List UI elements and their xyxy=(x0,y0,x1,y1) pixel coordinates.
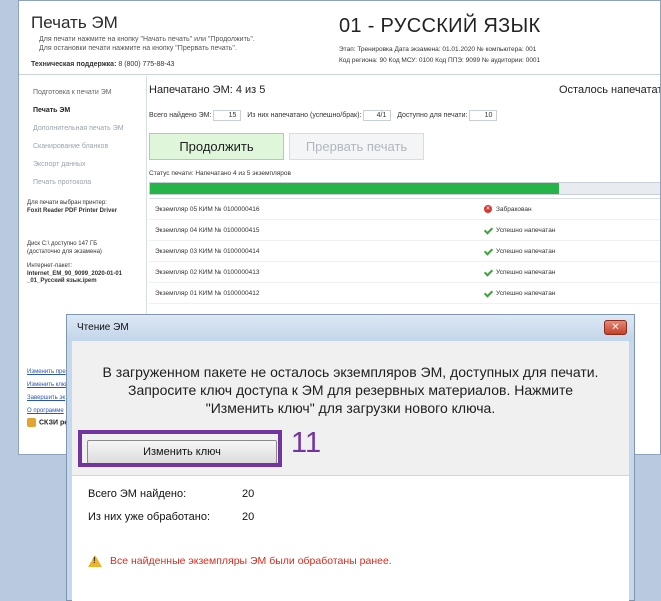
copy-status: Успешно напечатан xyxy=(496,289,556,297)
dialog-message: В загруженном пакете не осталось экземпл… xyxy=(82,363,619,417)
disk-note-line-1: Диск C:\ доступно 147 ГБ xyxy=(27,241,98,247)
remaining-label: Осталось напечатать: 1 xyxy=(559,84,660,96)
link-about[interactable]: О программе xyxy=(27,408,64,414)
continue-button[interactable]: Продолжить xyxy=(149,133,284,160)
subject-title: 01 - РУССКИЙ ЯЗЫК xyxy=(339,15,541,37)
sidebar-item-prepare[interactable]: Подготовка к печати ЭМ xyxy=(33,89,112,96)
check-icon xyxy=(484,289,492,297)
printer-name: Foxit Reader PDF Printer Driver xyxy=(27,207,118,214)
printer-note-label: Для печати выбран принтер: xyxy=(27,200,107,206)
step-highlight-box xyxy=(78,430,282,467)
sidebar-item-print[interactable]: Печать ЭМ xyxy=(33,107,70,114)
dialog-body: В загруженном пакете не осталось экземпл… xyxy=(72,341,629,601)
printer-note: Для печати выбран принтер: Foxit Reader … xyxy=(27,200,117,215)
tech-support-label: Техническая поддержка: xyxy=(31,61,117,68)
total-found-value: 20 xyxy=(242,488,255,500)
tech-support: Техническая поддержка: 8 (800) 775-88-43 xyxy=(31,61,174,68)
sidebar-item-scan[interactable]: Сканирование бланков xyxy=(33,143,108,150)
dialog-titlebar[interactable]: Чтение ЭМ ✕ xyxy=(67,315,634,341)
copy-name: Экземпляр 03 КИМ № 0100000414 xyxy=(155,248,260,255)
link-finish-exam[interactable]: Завершить эк xyxy=(27,395,65,401)
found-label: Всего найдено ЭМ: xyxy=(149,112,212,119)
counts-row: Всего найдено ЭМ: 15 Из них напечатано (… xyxy=(149,110,498,121)
list-item[interactable]: Экземпляр 02 КИМ № 0100000413 Успешно на… xyxy=(149,262,660,283)
copy-status: Забракован xyxy=(496,205,532,213)
list-item[interactable]: Экземпляр 03 КИМ № 0100000414 Успешно на… xyxy=(149,241,660,262)
package-line-2: _01_Русский язык.ipem xyxy=(27,278,97,284)
found-value: 15 xyxy=(213,110,242,121)
copy-name: Экземпляр 02 КИМ № 0100000413 xyxy=(155,269,260,276)
hint-line-1: Для печати нажмите на кнопку "Начать печ… xyxy=(39,36,255,43)
check-icon xyxy=(484,247,492,255)
package-note: Интернет-пакет: Internet_EM_90_9099_2020… xyxy=(27,263,122,286)
app-header: Печать ЭМ Для печати нажмите на кнопку "… xyxy=(19,1,660,75)
total-found-label: Всего ЭМ найдено: xyxy=(88,488,187,500)
app-title: Печать ЭМ xyxy=(31,13,118,32)
available-label: Доступно для печати: xyxy=(397,112,468,119)
link-change-key[interactable]: Изменить клю xyxy=(27,382,66,388)
disk-note-line-2: (достаточно для экзамена) xyxy=(27,248,102,255)
printed-label: Из них напечатано (успешно/брак): xyxy=(247,112,362,119)
exam-meta-line-1: Этап: Тренировка Дата экзамена: 01.01.20… xyxy=(339,46,537,53)
warning-text: Все найденные экземпляры ЭМ были обработ… xyxy=(110,555,392,567)
result-panel: Всего ЭМ найдено: 20 Из них уже обработа… xyxy=(72,475,629,601)
available-value: 10 xyxy=(469,110,498,121)
lock-icon xyxy=(27,418,36,427)
message-line-1: В загруженном пакете не осталось экземпл… xyxy=(102,364,599,380)
crypto-status-label: СКЗИ ре xyxy=(39,419,69,427)
print-progress-fill xyxy=(150,183,559,194)
print-progress-bar xyxy=(149,182,660,195)
step-number-callout: 11 xyxy=(291,427,322,459)
list-item[interactable]: Экземпляр 01 КИМ № 0100000412 Успешно на… xyxy=(149,283,660,304)
error-icon: ✕ xyxy=(484,205,492,213)
processed-label: Из них уже обработано: xyxy=(88,511,211,523)
check-icon xyxy=(484,268,492,276)
message-line-2: Запросите ключ доступа к ЭМ для резервны… xyxy=(127,382,574,398)
copy-status: Успешно напечатан xyxy=(496,268,556,276)
hint-line-2: Для остановки печати нажмите на кнопку "… xyxy=(39,45,237,52)
warning-icon xyxy=(88,555,102,567)
list-item[interactable]: Экземпляр 05 КИМ № 0100000416 ✕ Забракова… xyxy=(149,199,660,220)
copy-status: Успешно напечатан xyxy=(496,247,556,255)
copy-name: Экземпляр 05 КИМ № 0100000416 xyxy=(155,206,260,213)
package-label: Интернет-пакет: xyxy=(27,263,73,269)
warning-row: Все найденные экземпляры ЭМ были обработ… xyxy=(88,555,392,567)
link-change-printer[interactable]: Изменить пре xyxy=(27,369,66,375)
copy-name: Экземпляр 01 КИМ № 0100000412 xyxy=(155,290,260,297)
package-line-1: Internet_EM_90_9099_2020-01-01 xyxy=(27,270,123,277)
abort-print-button[interactable]: Прервать печать xyxy=(289,133,424,160)
exam-meta: Этап: Тренировка Дата экзамена: 01.01.20… xyxy=(339,44,540,66)
list-item[interactable]: Экземпляр 04 КИМ № 0100000415 Успешно на… xyxy=(149,220,660,241)
copy-name: Экземпляр 04 КИМ № 0100000415 xyxy=(155,227,260,234)
printed-count-title: Напечатано ЭМ: 4 из 5 xyxy=(149,84,266,96)
sidebar-item-additional-print[interactable]: Дополнительная печать ЭМ xyxy=(33,125,124,132)
print-status: Статус печати: Напечатано 4 из 5 экземпл… xyxy=(149,170,291,177)
printed-value: 4/1 xyxy=(363,110,392,121)
message-line-3: "Изменить ключ" для загрузки нового ключ… xyxy=(205,400,496,416)
check-icon xyxy=(484,226,492,234)
sidebar-item-export[interactable]: Экспорт данных xyxy=(33,161,86,168)
sidebar-item-protocol[interactable]: Печать протокола xyxy=(33,179,91,186)
copy-status: Успешно напечатан xyxy=(496,226,556,234)
exam-meta-line-2: Код региона: 90 Код МСУ: 0100 Код ППЭ: 9… xyxy=(339,57,541,64)
processed-value: 20 xyxy=(242,511,255,523)
dialog-title: Чтение ЭМ xyxy=(77,322,129,333)
app-hint: Для печати нажмите на кнопку "Начать печ… xyxy=(39,35,255,53)
close-icon[interactable]: ✕ xyxy=(604,320,627,335)
disk-note: Диск C:\ доступно 147 ГБ (достаточно для… xyxy=(27,241,102,256)
crypto-status: СКЗИ ре xyxy=(27,418,68,427)
tech-support-phone: 8 (800) 775-88-43 xyxy=(118,61,175,68)
